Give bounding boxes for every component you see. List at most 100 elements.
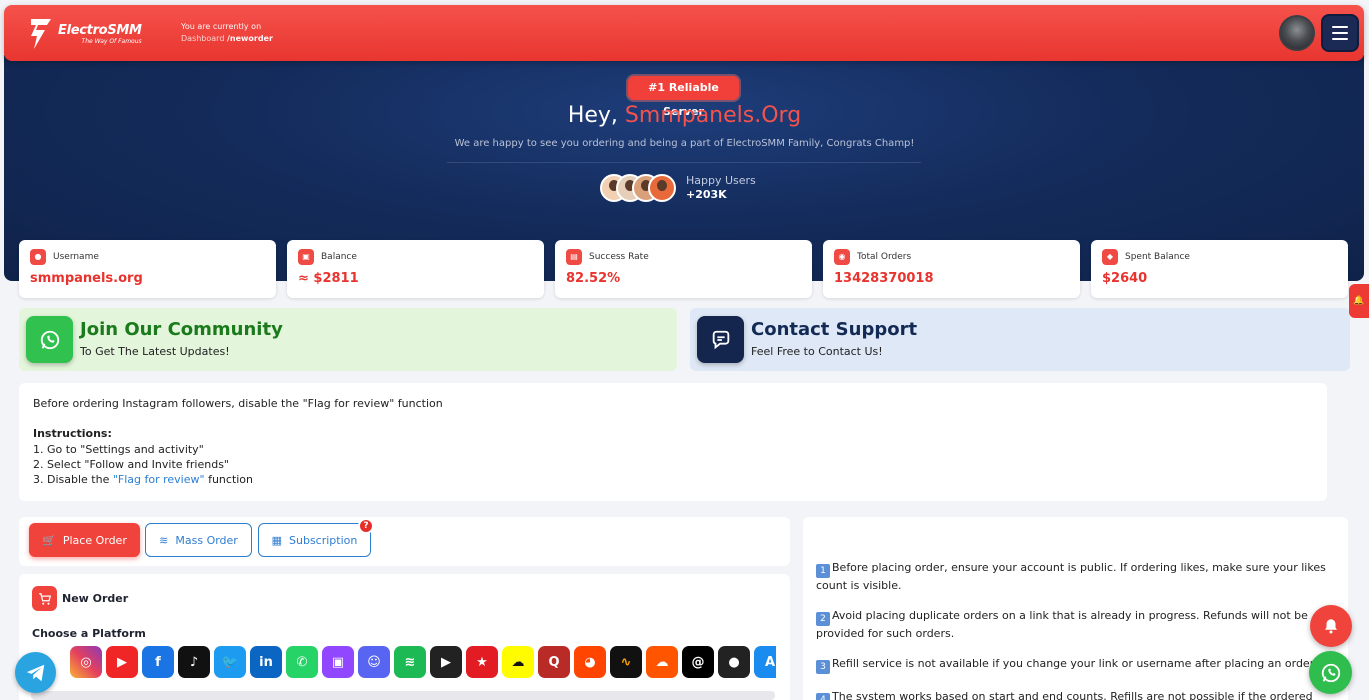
stat-card-success-rate: ▤ Success Rate 82.52% <box>555 240 812 298</box>
rule-number-icon: 1 <box>816 564 830 578</box>
order-form-divider <box>31 691 775 700</box>
stat-card-balance: ▣ Balance ≈ $2811 <box>287 240 544 298</box>
soundcloud-icon[interactable]: ☁ <box>646 646 678 678</box>
breadcrumb-intro: You are currently on <box>181 22 262 31</box>
menu-icon-bar <box>1332 32 1348 34</box>
tab-mass-order[interactable]: ≋ Mass Order <box>145 523 252 557</box>
platform-icon-row: ◎ ▶ f ♪ 🐦 in ✆ ▣ ☺ ≋ ▶ ★ ☁ Q ◕ ∿ ☁ @ ● A <box>31 646 776 680</box>
support-subtitle: Feel Free to Contact Us! <box>751 345 883 358</box>
flag-for-review-link[interactable]: "Flag for review" <box>113 473 205 486</box>
greeting-heading: Hey, Smmpanels.Org <box>0 103 1369 128</box>
tab-label: Mass Order <box>175 533 238 547</box>
notice-heading: Instructions: <box>33 427 112 441</box>
choose-platform-label: Choose a Platform <box>32 627 146 640</box>
tab-label: Place Order <box>62 533 127 547</box>
stat-label: Total Orders <box>857 252 912 262</box>
greeting-prefix: Hey, <box>567 103 625 128</box>
stat-label: Spent Balance <box>1125 252 1190 262</box>
tab-subscription[interactable]: ▦ Subscription <box>258 523 371 557</box>
stat-value: smmpanels.org <box>30 271 143 286</box>
calendar-icon: ▦ <box>271 533 283 547</box>
whatsapp-float-button[interactable] <box>1309 651 1352 694</box>
happy-users-label: Happy Users <box>686 174 756 187</box>
threads-icon[interactable]: @ <box>682 646 714 678</box>
stat-label: Balance <box>321 252 357 262</box>
stat-label: Success Rate <box>589 252 649 262</box>
notice-line: Before ordering Instagram followers, dis… <box>33 397 443 410</box>
stat-label: Username <box>53 252 99 262</box>
stat-value: 82.52% <box>566 271 621 286</box>
chart-icon: ▤ <box>566 249 582 265</box>
app-store-icon[interactable]: A <box>754 646 776 678</box>
stat-value: $2640 <box>1102 271 1148 286</box>
brand-logo[interactable]: ElectroSMM The Way Of Famous <box>28 17 142 51</box>
twitter-icon[interactable]: 🐦 <box>214 646 246 678</box>
notification-float-button[interactable] <box>1310 605 1352 647</box>
stat-card-username: ● Username smmpanels.org <box>19 240 276 298</box>
whatsapp-platform-icon[interactable]: ✆ <box>286 646 318 678</box>
rule-number-icon: 2 <box>816 612 830 627</box>
discord-icon[interactable]: ☺ <box>358 646 390 678</box>
cart-icon: 🛒 <box>42 533 56 547</box>
whatsapp-icon <box>26 316 73 363</box>
community-title: Join Our Community <box>80 319 283 340</box>
kinopoisk-icon[interactable]: ★ <box>466 646 498 678</box>
snapchat-icon[interactable]: ☁ <box>502 646 534 678</box>
twitch-icon[interactable]: ▣ <box>322 646 354 678</box>
reddit-icon[interactable]: ◕ <box>574 646 606 678</box>
breadcrumb-section[interactable]: Dashboard <box>181 34 224 43</box>
order-tabs: 🛒 Place Order ≋ Mass Order ▦ Subscription ? <box>19 517 790 566</box>
rule-item: 2 Avoid placing duplicate orders on a lin… <box>816 608 1334 641</box>
user-icon: ● <box>30 249 46 265</box>
notice-step: 2. Select "Follow and Invite friends" <box>33 457 229 471</box>
stat-value: ≈ $2811 <box>298 271 359 286</box>
notice-step-suffix: function <box>204 473 254 487</box>
join-community-card[interactable]: Join Our Community To Get The Latest Upd… <box>19 308 677 371</box>
spotify-icon[interactable]: ≋ <box>394 646 426 678</box>
menu-icon-bar <box>1332 38 1348 40</box>
rule-number-icon: 4 <box>816 693 830 700</box>
rule-item: 3 Refill service is not available if you … <box>816 656 1334 675</box>
telegram-icon <box>26 664 44 681</box>
linkedin-icon[interactable]: in <box>250 646 282 678</box>
help-badge-icon[interactable]: ? <box>358 518 374 534</box>
rule-text: Avoid placing duplicate orders on a link… <box>816 609 1308 641</box>
coin-icon: ◆ <box>1102 249 1118 265</box>
hero-subtitle: We are happy to see you ordering and bei… <box>454 138 915 149</box>
hamburger-menu-button[interactable] <box>1321 14 1359 52</box>
facebook-icon[interactable]: f <box>142 646 174 678</box>
telegram-float-button[interactable] <box>15 652 56 693</box>
tiktok-icon[interactable]: ♪ <box>178 646 210 678</box>
bell-icon <box>1325 619 1337 634</box>
rule-text: Before placing order, ensure your accoun… <box>816 561 1326 592</box>
logo-tagline: The Way Of Famous <box>81 37 142 45</box>
rule-item: 1 Before placing order, ensure your accou… <box>816 560 1334 593</box>
instagram-notice: Before ordering Instagram followers, dis… <box>19 383 1327 501</box>
breadcrumb-page: /neworder <box>226 34 273 43</box>
apple-icon[interactable]: ● <box>718 646 750 678</box>
instagram-icon[interactable]: ◎ <box>70 646 102 678</box>
rule-number-icon: 3 <box>816 660 830 675</box>
profile-avatar[interactable] <box>1279 15 1315 51</box>
whatsapp-icon <box>1321 663 1340 682</box>
audiomack-icon[interactable]: ∿ <box>610 646 642 678</box>
new-order-panel: New Order Choose a Platform <box>19 574 790 700</box>
stats-row: ● Username smmpanels.org ▣ Balance ≈ $28… <box>19 240 1348 298</box>
rule-text: Refill service is not available if you c… <box>832 657 1317 671</box>
cart-icon <box>32 586 57 611</box>
quora-icon[interactable]: Q <box>538 646 570 678</box>
contact-support-card[interactable]: Contact Support Feel Free to Contact Us! <box>690 308 1350 371</box>
logo-name: ElectroSMM <box>58 22 142 38</box>
side-bell-icon[interactable]: 🔔 <box>1349 284 1369 318</box>
youtube-icon[interactable]: ▶ <box>106 646 138 678</box>
tab-label: Subscription <box>289 533 358 547</box>
user-avatar <box>648 174 676 202</box>
lightning-logo-icon <box>31 19 51 49</box>
google-play-icon[interactable]: ▶ <box>430 646 462 678</box>
tab-place-order[interactable]: 🛒 Place Order <box>29 523 140 557</box>
order-rules-panel: 1 Before placing order, ensure your accou… <box>803 517 1348 700</box>
layers-icon: ≋ <box>159 533 169 547</box>
stat-card-spent-balance: ◆ Spent Balance $2640 <box>1091 240 1348 298</box>
community-subtitle: To Get The Latest Updates! <box>80 345 230 358</box>
wallet-icon: ▣ <box>298 249 314 265</box>
